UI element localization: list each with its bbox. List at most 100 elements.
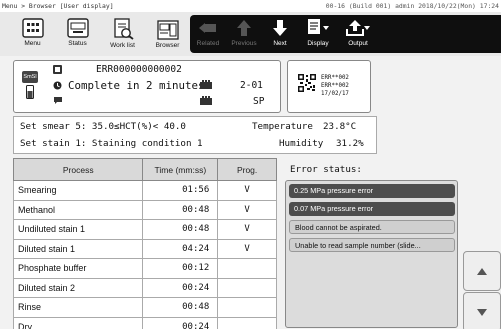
process-progress: V: [217, 219, 277, 240]
humidity-label: Humidity: [279, 138, 324, 149]
sample-mode: SP: [253, 96, 265, 107]
triangle-down-icon: [477, 308, 487, 316]
sample-type-label: SmSl: [23, 74, 37, 80]
error-status-title: Error status:: [290, 164, 362, 175]
process-name: Diluted stain 2: [12, 277, 144, 298]
menu-label: Menu: [24, 40, 41, 47]
menu-button[interactable]: Menu: [10, 12, 55, 56]
output-button[interactable]: Output: [338, 15, 378, 53]
column-header-process: Process: [12, 158, 144, 181]
output-label: Output: [348, 40, 368, 47]
display-label: Display: [307, 40, 329, 47]
table-row: Undiluted stain 1 00:48 V: [12, 219, 277, 240]
rack-position: 2-01: [240, 80, 263, 91]
humidity-value: 31.2%: [336, 138, 364, 149]
process-progress: V: [217, 180, 277, 201]
temperature-value: 23.8°C: [323, 121, 357, 132]
display-button[interactable]: Display: [298, 15, 338, 53]
status-icon: [66, 18, 89, 38]
qr-code-icon: [298, 74, 316, 92]
column-header-time: Time (mm:ss): [142, 158, 219, 181]
process-time: 00:48: [142, 219, 219, 240]
status-button[interactable]: Status: [55, 12, 100, 56]
current-datetime: 2018/10/22(Mon) 17:24: [418, 2, 499, 10]
process-time: 00:24: [142, 316, 219, 329]
qr-line-3: 17/02/17: [321, 91, 349, 97]
error-item[interactable]: 0.07 MPa pressure error: [289, 202, 455, 216]
process-time: 00:48: [142, 297, 219, 318]
barcode-tag-icon: [53, 65, 62, 74]
table-row: Phosphate buffer 00:12: [12, 258, 277, 279]
settings-info-panel: Set smear 5: 35.0≤HCT(%)< 40.0 Temperatu…: [13, 116, 377, 154]
sample-tube-icon: [26, 85, 34, 99]
arrow-up-icon: [237, 20, 251, 36]
scroll-up-button[interactable]: [463, 251, 501, 291]
browser-icon: [156, 20, 179, 40]
error-item[interactable]: Unable to read sample number (slide...: [289, 238, 455, 252]
table-row: Dry 00:24: [12, 316, 277, 329]
process-name: Phosphate buffer: [12, 258, 144, 279]
toolbar: Menu Status Work list Browser Related Pr…: [0, 12, 501, 56]
process-time: 01:56: [142, 180, 219, 201]
process-name: Undiluted stain 1: [12, 219, 144, 240]
table-row: Diluted stain 1 04:24 V: [12, 238, 277, 259]
breadcrumb: Menu > Browser [User display]: [2, 2, 114, 10]
worklist-button[interactable]: Work list: [100, 12, 145, 56]
process-progress: V: [217, 199, 277, 220]
slide-qr-card[interactable]: ERR**002 ERR**002 17/02/17: [287, 60, 371, 113]
process-name: Methanol: [12, 199, 144, 220]
scroll-down-button[interactable]: [463, 292, 501, 329]
comment-icon: [54, 97, 62, 104]
previous-label: Previous: [231, 40, 257, 47]
sample-info-card: SmSl ERR000000000002 Complete in 2 minut…: [13, 60, 281, 113]
triangle-up-icon: [477, 267, 487, 275]
sample-number: ERR000000000002: [96, 64, 182, 75]
process-name: Rinse: [12, 297, 144, 318]
related-button[interactable]: Related: [190, 15, 226, 53]
title-bar: Menu > Browser [User display] 00-16 (Bui…: [0, 0, 501, 12]
next-button[interactable]: Next: [262, 15, 298, 53]
process-progress: [217, 258, 277, 279]
table-row: Diluted stain 2 00:24: [12, 277, 277, 298]
process-time: 00:24: [142, 277, 219, 298]
process-time: 04:24: [142, 238, 219, 259]
qr-line-1: ERR**002: [321, 75, 349, 81]
stain-setting: Set stain 1: Staining condition 1: [20, 138, 203, 149]
smear-setting: Set smear 5: 35.0≤HCT(%)< 40.0: [20, 121, 186, 132]
error-list: 0.25 MPa pressure error 0.07 MPa pressur…: [285, 180, 458, 328]
process-table-header: Process Time (mm:ss) Prog.: [12, 158, 277, 181]
error-item[interactable]: 0.25 MPa pressure error: [289, 184, 455, 198]
browser-label: Browser: [155, 42, 180, 49]
error-item[interactable]: Blood cannot be aspirated.: [289, 220, 455, 234]
browser-button[interactable]: Browser: [145, 12, 190, 56]
qr-line-2: ERR**002: [321, 83, 349, 89]
process-table: Process Time (mm:ss) Prog. Smearing 01:5…: [12, 158, 277, 329]
process-time: 00:48: [142, 199, 219, 220]
menu-grid-icon: [21, 18, 44, 38]
build-version: 00-16 (Build 001): [325, 2, 392, 10]
status-info: 00-16 (Build 001) admin 2018/10/22(Mon) …: [326, 0, 499, 12]
previous-button[interactable]: Previous: [226, 15, 262, 53]
process-time: 00:12: [142, 258, 219, 279]
output-icon: [346, 20, 370, 36]
related-icon: [199, 23, 216, 33]
sample-status: Complete in 2 minutes: [68, 79, 205, 92]
status-label: Status: [68, 40, 87, 47]
table-row: Rinse 00:48: [12, 297, 277, 318]
next-label: Next: [273, 40, 287, 47]
arrow-down-icon: [273, 20, 287, 36]
process-progress: [217, 316, 277, 329]
rack-icon: [200, 80, 212, 89]
process-name: Smearing: [12, 180, 144, 201]
table-row: Methanol 00:48 V: [12, 199, 277, 220]
sample-type-badge: SmSl: [22, 71, 38, 83]
display-icon: [308, 19, 329, 34]
current-user: admin: [395, 2, 415, 10]
table-row: Smearing 01:56 V: [12, 180, 277, 201]
rack-icon: [200, 96, 212, 105]
clock-icon: [53, 81, 62, 90]
related-label: Related: [196, 40, 220, 47]
process-name: Dry: [12, 316, 144, 329]
process-name: Diluted stain 1: [12, 238, 144, 259]
column-header-progress: Prog.: [217, 158, 277, 181]
